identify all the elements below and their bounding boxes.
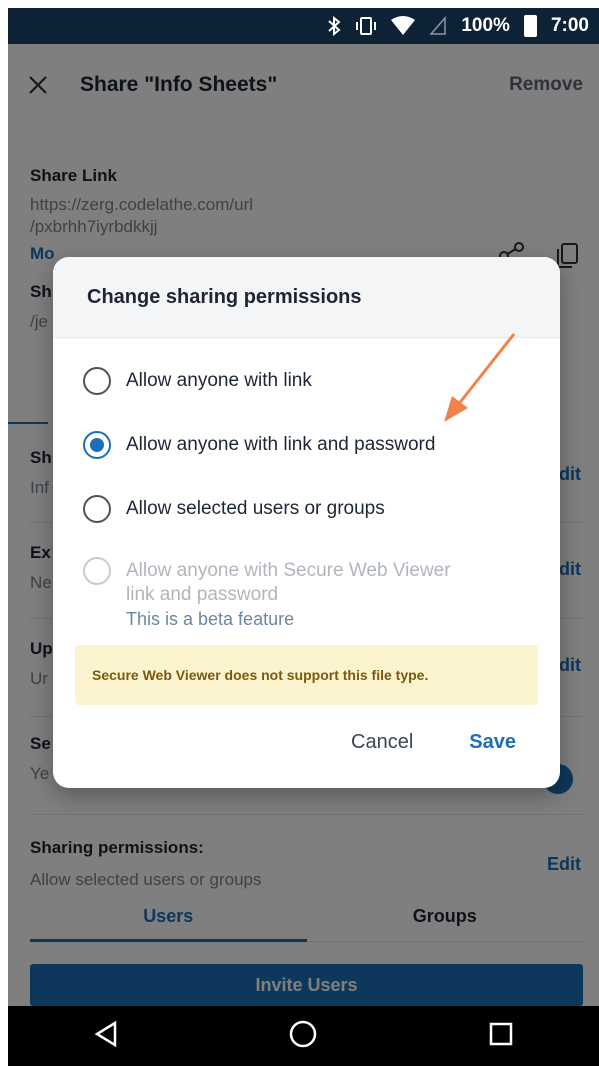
option-selected-users[interactable]: Allow selected users or groups — [83, 495, 540, 523]
save-button[interactable]: Save — [469, 731, 516, 754]
dialog-title: Change sharing permissions — [87, 286, 362, 308]
beta-note: This is a beta feature — [126, 609, 295, 629]
radio-button[interactable] — [83, 495, 111, 523]
clock: 7:00 — [550, 15, 589, 36]
battery-percent: 100% — [461, 15, 510, 36]
option-link-and-password[interactable]: Allow anyone with link and password — [83, 431, 540, 459]
recents-icon[interactable] — [488, 1021, 514, 1052]
warning-banner: Secure Web Viewer does not support this … — [75, 645, 538, 705]
option-secure-web-viewer: Allow anyone with Secure Web Viewer link… — [83, 557, 540, 607]
option-label: Allow selected users or groups — [126, 498, 385, 519]
status-bar: 100% 7:00 — [8, 8, 599, 44]
battery-icon — [523, 15, 537, 37]
bluetooth-icon — [327, 16, 341, 36]
annotation-arrow-icon — [444, 333, 516, 422]
option-label: Allow anyone with link and password — [126, 434, 436, 455]
signal-icon — [429, 16, 447, 36]
vibrate-icon — [355, 16, 377, 36]
home-icon[interactable] — [289, 1020, 317, 1053]
dialog-actions: Cancel Save — [351, 731, 516, 754]
dialog-header: Change sharing permissions — [53, 257, 560, 338]
wifi-icon — [391, 16, 416, 36]
back-icon[interactable] — [93, 1020, 119, 1053]
option-label: Allow anyone with link — [126, 370, 312, 391]
navigation-bar — [8, 1006, 599, 1066]
radio-button-checked[interactable] — [83, 431, 111, 459]
option-label: Allow anyone with Secure Web Viewer link… — [126, 560, 451, 605]
cancel-button[interactable]: Cancel — [351, 731, 413, 754]
radio-button-disabled — [83, 557, 111, 585]
radio-button[interactable] — [83, 367, 111, 395]
